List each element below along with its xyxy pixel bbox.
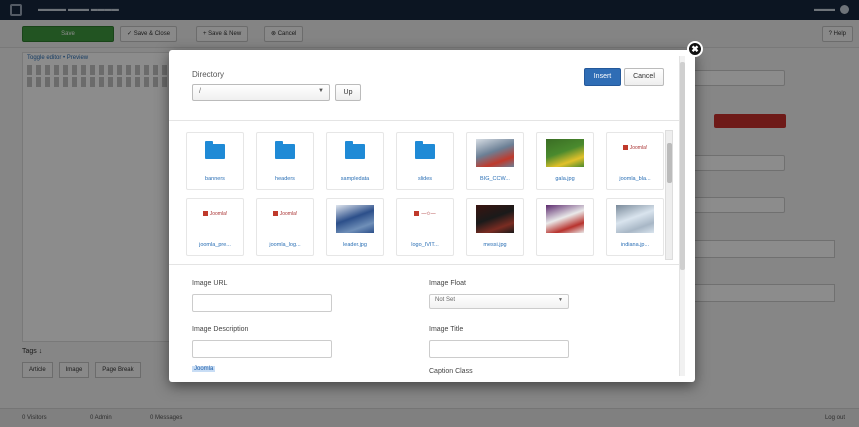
image-thumbnail — [546, 205, 584, 233]
directory-label: Directory — [192, 70, 225, 79]
image-title-label: Image Title — [429, 326, 464, 333]
item-caption: logo_IVIT... — [411, 242, 439, 248]
chevron-down-icon: ▼ — [558, 297, 563, 303]
item-caption: joomla_bla... — [619, 176, 651, 182]
item-caption: headers — [275, 176, 295, 182]
item-caption: sampledata — [340, 176, 370, 182]
folder-icon — [345, 141, 365, 159]
image-item[interactable]: gala.jpg — [536, 132, 594, 190]
image-item[interactable]: Joomla! joomla_log... — [256, 198, 314, 256]
image-item[interactable]: leader.jpg — [326, 198, 384, 256]
logo-thumbnail: —✩— — [403, 207, 447, 221]
folder-icon — [275, 141, 295, 159]
image-item[interactable]: messi.jpg — [466, 198, 524, 256]
image-item[interactable]: indiana.jp... — [606, 198, 664, 256]
folder-icon — [415, 141, 435, 159]
item-caption: joomla_pre... — [199, 242, 231, 248]
image-description-input[interactable] — [192, 340, 332, 358]
logo-thumbnail: Joomla! — [613, 141, 657, 155]
item-caption: indiana.jp... — [620, 242, 650, 248]
divider — [169, 120, 679, 121]
item-caption: BIG_CCW... — [480, 176, 510, 182]
image-item[interactable]: —✩— logo_IVIT... — [396, 198, 454, 256]
folder-item[interactable]: banners — [186, 132, 244, 190]
image-item[interactable] — [536, 198, 594, 256]
image-thumbnail — [476, 139, 514, 167]
logo-thumbnail: Joomla! — [263, 207, 307, 221]
caption-class-label: Caption Class — [429, 368, 473, 375]
dialog-scrollbar[interactable] — [679, 56, 685, 376]
logo-thumbnail: Joomla! — [193, 207, 237, 221]
folder-item[interactable]: sampledata — [326, 132, 384, 190]
image-item[interactable]: Joomla! joomla_pre... — [186, 198, 244, 256]
divider — [169, 264, 679, 265]
image-title-input[interactable] — [429, 340, 569, 358]
dialog-scrollbar-thumb[interactable] — [680, 62, 685, 270]
item-caption: banners — [205, 176, 225, 182]
image-thumbnail — [336, 205, 374, 233]
image-url-label: Image URL — [192, 280, 228, 287]
close-icon[interactable]: ✖ — [687, 41, 703, 57]
directory-select[interactable]: / ▼ — [192, 84, 330, 101]
image-float-select[interactable]: Not Set ▼ — [429, 294, 569, 309]
folder-icon — [205, 141, 225, 159]
item-caption: gala.jpg — [555, 176, 575, 182]
image-properties-form: Image URL Image Float Not Set ▼ Image De… — [169, 266, 679, 382]
image-thumbnail — [616, 205, 654, 233]
image-description-label: Image Description — [192, 326, 249, 333]
image-item[interactable]: Joomla! joomla_bla... — [606, 132, 664, 190]
image-float-value: Not Set — [435, 297, 456, 303]
directory-value: / — [199, 88, 201, 95]
item-caption: messi.jpg — [483, 242, 507, 248]
up-button[interactable]: Up — [335, 84, 361, 101]
image-manager-dialog: Directory / ▼ Up Insert Cancel banners he… — [169, 50, 695, 382]
image-thumbnail — [476, 205, 514, 233]
selected-text: Joomla — [192, 366, 216, 372]
image-float-label: Image Float — [429, 280, 466, 287]
image-url-input[interactable] — [192, 294, 332, 312]
folder-item[interactable]: headers — [256, 132, 314, 190]
item-caption: joomla_log... — [269, 242, 301, 248]
image-thumbnail — [546, 139, 584, 167]
image-grid: banners headers sampledata slides BIG_CCW...… — [178, 128, 676, 262]
chevron-down-icon: ▼ — [318, 88, 324, 94]
grid-scrollbar[interactable] — [665, 130, 673, 260]
folder-item[interactable]: slides — [396, 132, 454, 190]
grid-scrollbar-thumb[interactable] — [667, 143, 672, 183]
item-caption: leader.jpg — [343, 242, 367, 248]
image-item[interactable]: BIG_CCW... — [466, 132, 524, 190]
cancel-button[interactable]: Cancel — [624, 68, 664, 86]
insert-button[interactable]: Insert — [584, 68, 621, 86]
item-caption: slides — [417, 176, 433, 182]
